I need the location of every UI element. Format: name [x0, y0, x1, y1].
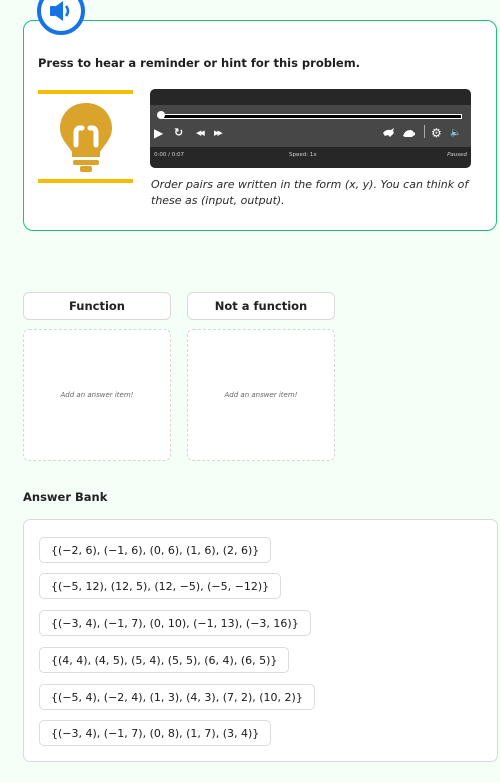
speed-up-rabbit-icon[interactable] — [382, 127, 396, 141]
lightbulb-image — [38, 90, 133, 183]
slow-down-turtle-icon[interactable] — [402, 127, 416, 141]
function-drop-zone[interactable]: Add an answer item! — [23, 329, 171, 461]
category-not-function-header: Not a function — [187, 292, 335, 320]
speaker-icon — [50, 1, 70, 21]
answer-item[interactable]: {(−2, 6), (−1, 6), (0, 6), (1, 6), (2, 6… — [39, 537, 272, 563]
answer-item[interactable]: {(−5, 12), (12, 5), (12, −5), (−5, −12)} — [39, 573, 282, 599]
hint-card: Press to hear a reminder or hint for thi… — [23, 20, 497, 231]
audio-player: ▶ ↻ ◀◀ ▶▶ ⚙ 🔈 0:00 / 0:07 Speed: 1x Paus… — [150, 89, 471, 168]
settings-gear-icon[interactable]: ⚙ — [431, 127, 442, 139]
answer-item[interactable]: {(−3, 4), (−1, 7), (0, 10), (−1, 13), (−… — [39, 610, 311, 636]
seek-handle[interactable] — [157, 111, 165, 119]
volume-icon[interactable]: 🔈 — [450, 127, 461, 139]
hint-title: Press to hear a reminder or hint for thi… — [38, 56, 361, 70]
speed-display: Speed: 1x — [289, 152, 317, 158]
play-icon[interactable]: ▶ — [154, 127, 163, 139]
time-display: 0:00 / 0:07 — [154, 152, 185, 158]
answer-item[interactable]: {(−3, 4), (−1, 7), (0, 8), (1, 7), (3, 4… — [39, 720, 272, 746]
answer-item[interactable]: {(−5, 4), (−2, 4), (1, 3), (4, 3), (7, 2… — [39, 684, 315, 710]
category-function-header: Function — [23, 292, 171, 320]
audio-seek-bar[interactable] — [162, 114, 462, 119]
divider — [424, 125, 425, 138]
answer-bank-label: Answer Bank — [23, 490, 108, 504]
drop-zone-placeholder: Add an answer item! — [224, 391, 298, 399]
lightbulb-icon — [59, 102, 112, 172]
drop-zone-placeholder: Add an answer item! — [60, 391, 134, 399]
hint-text: Order pairs are written in the form (x, … — [151, 178, 469, 207]
rewind-icon[interactable]: ◀◀ — [196, 127, 205, 139]
fast-forward-icon[interactable]: ▶▶ — [214, 127, 223, 139]
answer-bank: {(−2, 6), (−1, 6), (0, 6), (1, 6), (2, 6… — [23, 519, 498, 762]
replay-icon[interactable]: ↻ — [174, 127, 183, 139]
not-function-drop-zone[interactable]: Add an answer item! — [187, 329, 335, 461]
answer-item[interactable]: {(4, 4), (4, 5), (5, 4), (5, 5), (6, 4),… — [39, 647, 290, 673]
playback-status: Paused — [447, 152, 467, 158]
